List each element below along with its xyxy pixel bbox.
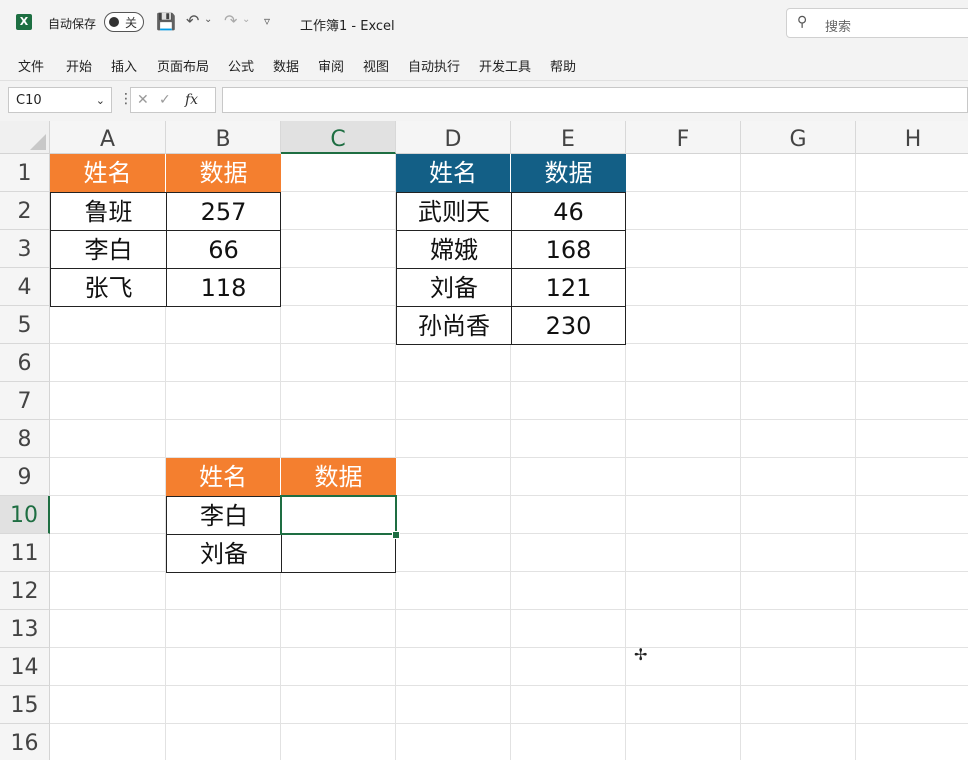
tab-automate[interactable]: 自动执行 — [408, 56, 460, 75]
formula-buttons: ✕ ✓ fx — [130, 87, 216, 113]
tab-insert[interactable]: 插入 — [111, 56, 137, 75]
table3-cell-data[interactable] — [281, 534, 396, 573]
row-header-10[interactable]: 10 — [0, 496, 50, 534]
row-header-9[interactable]: 9 — [0, 458, 50, 496]
column-header-f[interactable]: F — [626, 121, 741, 154]
undo-icon[interactable]: ↶ — [186, 13, 199, 29]
table2-header-name[interactable]: 姓名 — [396, 154, 511, 192]
formula-input[interactable] — [222, 87, 968, 113]
gridline — [50, 419, 968, 420]
select-all-triangle-icon — [30, 134, 46, 150]
tab-review[interactable]: 审阅 — [318, 56, 344, 75]
row-header-16[interactable]: 16 — [0, 724, 50, 760]
name-box-value: C10 — [16, 93, 42, 108]
row-header-13[interactable]: 13 — [0, 610, 50, 648]
tab-data[interactable]: 数据 — [273, 56, 299, 75]
table3-cell-name[interactable]: 刘备 — [166, 534, 282, 573]
column-header-b[interactable]: B — [166, 121, 281, 154]
tab-help[interactable]: 帮助 — [550, 56, 576, 75]
cancel-icon[interactable]: ✕ — [137, 92, 149, 108]
tab-file[interactable]: 文件 — [18, 56, 44, 75]
gridline — [50, 609, 968, 610]
row-header-14[interactable]: 14 — [0, 648, 50, 686]
formula-bar: C10 ⌄ ⋮ ✕ ✓ fx — [0, 81, 968, 121]
table1-cell-name[interactable]: 张飞 — [50, 268, 167, 307]
worksheet-grid[interactable]: A B C D E F G H 1 2 3 4 5 6 7 8 9 10 11 … — [0, 121, 968, 760]
row-header-1[interactable]: 1 — [0, 154, 50, 192]
row-header-6[interactable]: 6 — [0, 344, 50, 382]
column-header-d[interactable]: D — [396, 121, 511, 154]
row-header-8[interactable]: 8 — [0, 420, 50, 458]
table1-cell-name[interactable]: 鲁班 — [50, 192, 167, 231]
table1-cell-data[interactable]: 257 — [166, 192, 281, 231]
table2-cell-data[interactable]: 230 — [511, 306, 626, 345]
table1-header-data[interactable]: 数据 — [166, 154, 281, 192]
table1-cell-data[interactable]: 118 — [166, 268, 281, 307]
toggle-knob — [109, 17, 119, 27]
tab-view[interactable]: 视图 — [363, 56, 389, 75]
row-header-2[interactable]: 2 — [0, 192, 50, 230]
redo-dropdown-icon[interactable]: ⌄ — [242, 15, 250, 25]
autosave-label: 自动保存 — [48, 17, 97, 31]
search-box[interactable]: ⚲ 搜索 — [786, 8, 968, 38]
ribbon-tabs: 文件 开始 插入 页面布局 公式 数据 审阅 视图 自动执行 开发工具 帮助 — [0, 46, 968, 81]
save-icon[interactable]: 💾 — [156, 14, 176, 30]
table3-header-name[interactable]: 姓名 — [166, 458, 281, 496]
row-header-3[interactable]: 3 — [0, 230, 50, 268]
table2-header-data[interactable]: 数据 — [511, 154, 626, 192]
tab-formulas[interactable]: 公式 — [228, 56, 254, 75]
row-header-7[interactable]: 7 — [0, 382, 50, 420]
gridline — [50, 685, 968, 686]
tab-home[interactable]: 开始 — [66, 56, 92, 75]
table2-cell-data[interactable]: 168 — [511, 230, 626, 269]
undo-dropdown-icon[interactable]: ⌄ — [204, 15, 212, 25]
mouse-cursor-icon: ✢ — [634, 645, 648, 664]
insert-function-icon[interactable]: fx — [185, 92, 198, 108]
column-header-h[interactable]: H — [856, 121, 968, 154]
fill-handle[interactable] — [392, 531, 400, 539]
autosave-state: 关 — [125, 16, 138, 30]
table3-cell-name[interactable]: 李白 — [166, 496, 282, 535]
column-header-g[interactable]: G — [741, 121, 856, 154]
table2-cell-name[interactable]: 孙尚香 — [396, 306, 512, 345]
search-placeholder: 搜索 — [825, 20, 852, 35]
table3-header-data[interactable]: 数据 — [281, 458, 396, 496]
select-all-button[interactable] — [0, 121, 50, 154]
tab-developer[interactable]: 开发工具 — [479, 56, 531, 75]
table2-cell-name[interactable]: 武则天 — [396, 192, 512, 231]
table1-cell-name[interactable]: 李白 — [50, 230, 167, 269]
document-title: 工作簿1 - Excel — [300, 19, 395, 34]
gridline — [50, 647, 968, 648]
gridline — [50, 381, 968, 382]
row-header-5[interactable]: 5 — [0, 306, 50, 344]
gridline — [50, 723, 968, 724]
row-header-11[interactable]: 11 — [0, 534, 50, 572]
search-icon: ⚲ — [797, 14, 808, 30]
enter-icon[interactable]: ✓ — [159, 92, 171, 108]
table2-cell-name[interactable]: 刘备 — [396, 268, 512, 307]
name-box[interactable]: C10 ⌄ — [8, 87, 112, 113]
table1-cell-data[interactable]: 66 — [166, 230, 281, 269]
tab-page-layout[interactable]: 页面布局 — [157, 56, 209, 75]
chevron-down-icon: ⌄ — [95, 94, 105, 107]
redo-icon[interactable]: ↷ — [224, 13, 237, 29]
table1-header-name[interactable]: 姓名 — [50, 154, 166, 192]
row-header-12[interactable]: 12 — [0, 572, 50, 610]
column-header-e[interactable]: E — [511, 121, 626, 154]
customize-qat-icon[interactable]: ▿ — [264, 15, 270, 27]
column-header-c[interactable]: C — [281, 121, 396, 154]
title-bar: X 自动保存 关 💾 ↶ ⌄ ↷ ⌄ ▿ 工作簿1 - Excel ⚲ 搜索 — [0, 0, 968, 46]
table2-cell-name[interactable]: 嫦娥 — [396, 230, 512, 269]
active-cell-c10[interactable] — [280, 495, 397, 535]
table2-cell-data[interactable]: 121 — [511, 268, 626, 307]
excel-logo-icon: X — [16, 14, 32, 30]
row-header-4[interactable]: 4 — [0, 268, 50, 306]
column-header-a[interactable]: A — [50, 121, 166, 154]
row-header-15[interactable]: 15 — [0, 686, 50, 724]
autosave-toggle[interactable]: 关 — [104, 12, 144, 32]
table2-cell-data[interactable]: 46 — [511, 192, 626, 231]
